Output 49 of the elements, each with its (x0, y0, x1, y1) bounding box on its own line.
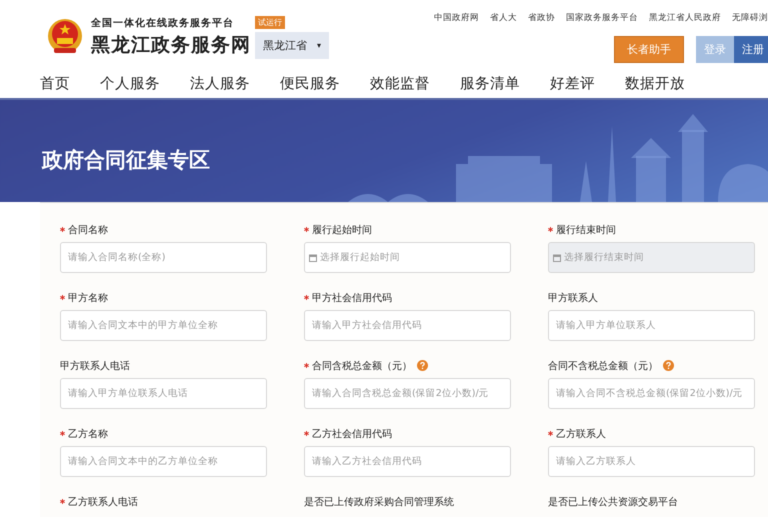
input-field[interactable]: 请输入合同名称(全称) (60, 242, 267, 273)
input-field[interactable]: 请输入甲方单位联系人电话 (60, 378, 267, 409)
platform-name: 全国一体化在线政务服务平台 (91, 16, 235, 30)
nav-item[interactable]: 首页 (40, 74, 70, 92)
input-field[interactable]: 请输入乙方社会信用代码 (304, 446, 511, 477)
nav-item[interactable]: 便民服务 (280, 74, 340, 92)
field-label: 合同名称 (68, 224, 108, 236)
input-field[interactable]: 请输入甲方社会信用代码 (304, 310, 511, 341)
field-label: 甲方社会信用代码 (312, 292, 392, 304)
nav-item[interactable]: 效能监督 (370, 74, 430, 92)
field-label: 乙方联系人电话 (68, 496, 138, 508)
register-button[interactable]: 注册 (734, 36, 768, 63)
field-label: 是否已上传政府采购合同管理系统 (304, 496, 454, 508)
field-label: 履行起始时间 (312, 224, 372, 236)
field-label: 甲方联系人电话 (60, 360, 130, 372)
help-icon[interactable] (417, 360, 428, 371)
top-link[interactable]: 国家政务服务平台 (566, 12, 638, 24)
nav-item[interactable]: 好差评 (550, 74, 595, 92)
site-name: 黑龙江政务服务网 (91, 33, 251, 58)
field-label: 乙方社会信用代码 (312, 428, 392, 440)
date-field[interactable]: 选择履行起始时间 (304, 242, 511, 273)
nav-item[interactable]: 个人服务 (100, 74, 160, 92)
field-label: 甲方联系人 (548, 292, 598, 304)
top-link[interactable]: 黑龙江省人民政府 (649, 12, 721, 24)
input-field[interactable]: 请输入合同文本中的乙方单位全称 (60, 446, 267, 477)
nav-item[interactable]: 服务清单 (460, 74, 520, 92)
field-label: 乙方名称 (68, 428, 108, 440)
input-field[interactable]: 请输入合同文本中的甲方单位全称 (60, 310, 267, 341)
field-label: 合同含税总金额（元） (312, 360, 412, 372)
region-selector[interactable]: 黑龙江省 ▾ (255, 32, 330, 58)
nav-item[interactable]: 数据开放 (625, 74, 685, 92)
banner-title: 政府合同征集专区 (42, 147, 210, 174)
top-link[interactable]: 省政协 (528, 12, 555, 24)
help-icon[interactable] (663, 360, 674, 371)
field-label: 乙方联系人 (556, 428, 606, 440)
top-link[interactable]: 无障碍浏 (732, 12, 768, 24)
field-label: 甲方名称 (68, 292, 108, 304)
caret-icon: ▾ (317, 40, 322, 50)
field-label: 是否已上传公共资源交易平台 (548, 496, 678, 508)
nav-item[interactable]: 法人服务 (190, 74, 250, 92)
field-label: 合同不含税总金额（元） (548, 360, 658, 372)
input-field[interactable]: 请输入乙方联系人 (548, 446, 755, 477)
input-field[interactable]: 请输入甲方单位联系人 (548, 310, 755, 341)
field-label: 履行结束时间 (556, 224, 616, 236)
input-field[interactable]: 请输入合同含税总金额(保留2位小数)/元 (304, 378, 511, 409)
top-link[interactable]: 省人大 (490, 12, 517, 24)
top-link[interactable]: 中国政府网 (434, 12, 479, 24)
trial-badge: 试运行 (255, 16, 285, 28)
input-field[interactable]: 请输入合同不含税总金额(保留2位小数)/元 (548, 378, 755, 409)
